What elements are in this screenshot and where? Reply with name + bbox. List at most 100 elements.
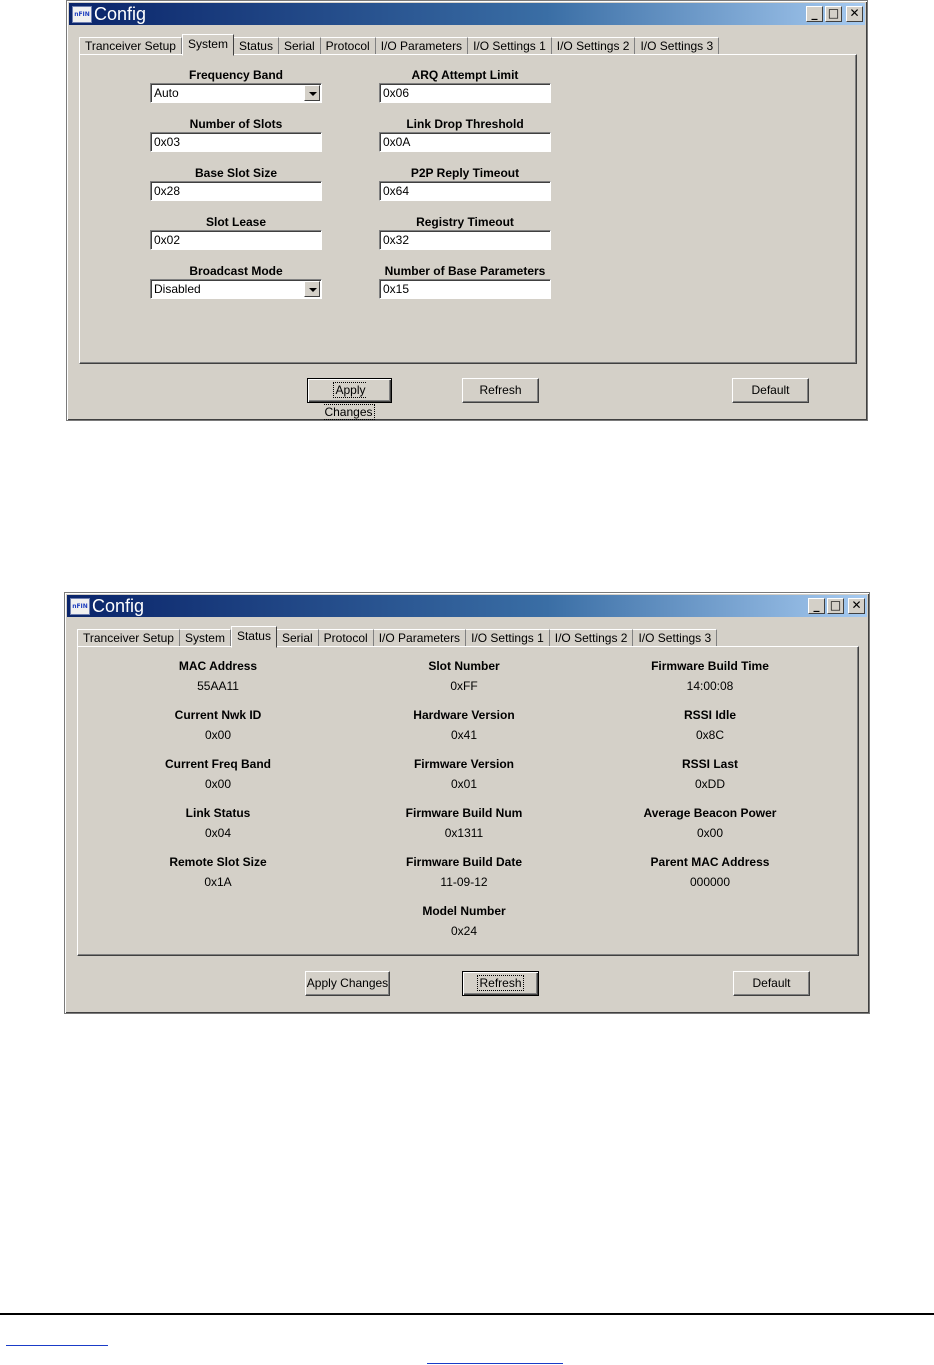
- refresh-button[interactable]: Refresh: [462, 378, 539, 403]
- number-of-base-parameters-input[interactable]: 0x15: [379, 279, 551, 299]
- footer-divider: [0, 1313, 934, 1315]
- status-label: Model Number: [422, 904, 506, 918]
- tab-io-settings-2[interactable]: I/O Settings 2: [549, 629, 634, 647]
- link-drop-threshold-field: Link Drop Threshold 0x0A: [379, 116, 551, 152]
- base-slot-size-input[interactable]: 0x28: [150, 181, 322, 201]
- registry-timeout-input[interactable]: 0x32: [379, 230, 551, 250]
- status-firmware-build-date: Firmware Build Date 11-09-12: [354, 853, 574, 891]
- status-value: 0x1A: [204, 875, 232, 889]
- status-current-nwk-id: Current Nwk ID 0x00: [108, 706, 328, 744]
- tab-protocol[interactable]: Protocol: [318, 629, 374, 647]
- registry-timeout-field: Registry Timeout 0x32: [379, 214, 551, 250]
- field-label: Frequency Band: [188, 68, 284, 82]
- button-label: Apply Changes: [324, 382, 375, 420]
- field-label: P2P Reply Timeout: [410, 166, 520, 180]
- status-rssi-last: RSSI Last 0xDD: [600, 755, 820, 793]
- tab-tranceiver-setup[interactable]: Tranceiver Setup: [77, 629, 180, 647]
- field-label: Slot Lease: [205, 215, 267, 229]
- slot-lease-input[interactable]: 0x02: [150, 230, 322, 250]
- p2p-reply-timeout-input[interactable]: 0x64: [379, 181, 551, 201]
- number-of-slots-input[interactable]: 0x03: [150, 132, 322, 152]
- status-label: Slot Number: [428, 659, 500, 673]
- status-value: 0x01: [450, 777, 478, 791]
- status-value: 55AA11: [197, 679, 239, 693]
- apply-changes-button[interactable]: Apply Changes: [305, 971, 390, 996]
- minimize-button[interactable]: _: [808, 598, 825, 614]
- close-button[interactable]: ✕: [848, 598, 865, 614]
- tab-status[interactable]: Status: [230, 626, 277, 648]
- status-link-status: Link Status 0x04: [108, 804, 328, 842]
- base-slot-size-field: Base Slot Size 0x28: [150, 165, 322, 201]
- tab-io-settings-1[interactable]: I/O Settings 1: [468, 37, 552, 55]
- tab-serial[interactable]: Serial: [276, 629, 319, 647]
- frequency-band-field: Frequency Band Auto: [150, 67, 322, 103]
- status-label: Current Nwk ID: [174, 708, 262, 722]
- default-button[interactable]: Default: [733, 971, 810, 996]
- broadcast-mode-field: Broadcast Mode Disabled: [150, 263, 322, 299]
- status-value: 0x04: [204, 826, 232, 840]
- tab-io-parameters[interactable]: I/O Parameters: [375, 37, 469, 55]
- status-value: 000000: [689, 875, 731, 889]
- tab-io-settings-3[interactable]: I/O Settings 3: [633, 629, 718, 647]
- window-title: Config: [94, 4, 147, 24]
- field-label: Broadcast Mode: [189, 264, 283, 278]
- status-value: 0x8C: [695, 728, 724, 742]
- arq-attempt-limit-input[interactable]: 0x06: [379, 83, 551, 103]
- status-value: 0x41: [450, 728, 478, 742]
- close-button[interactable]: ✕: [846, 6, 863, 22]
- status-value: 14:00:08: [686, 679, 734, 693]
- status-model-number: Model Number 0x24: [354, 902, 574, 940]
- status-label: Remote Slot Size: [169, 855, 267, 869]
- status-label: Hardware Version: [413, 708, 515, 722]
- tab-tranceiver-setup[interactable]: Tranceiver Setup: [79, 37, 182, 55]
- app-icon: nFIN: [70, 598, 90, 615]
- apply-changes-button[interactable]: Apply Changes: [307, 378, 392, 420]
- maximize-button[interactable]: □: [827, 598, 844, 614]
- minimize-button[interactable]: _: [806, 6, 823, 22]
- tab-io-parameters[interactable]: I/O Parameters: [373, 629, 467, 647]
- status-value: 0x24: [450, 924, 478, 938]
- status-label: Firmware Version: [413, 757, 515, 771]
- link-drop-threshold-input[interactable]: 0x0A: [379, 132, 551, 152]
- tab-protocol[interactable]: Protocol: [320, 37, 376, 55]
- field-label: ARQ Attempt Limit: [411, 68, 519, 82]
- p2p-reply-timeout-field: P2P Reply Timeout 0x64: [379, 165, 551, 201]
- config-window-status: nFIN Config _ □ ✕ Tranceiver Setup Syste…: [64, 592, 870, 1014]
- number-of-base-parameters-field: Number of Base Parameters 0x15: [379, 263, 551, 299]
- field-value: Auto: [154, 86, 179, 100]
- broadcast-mode-select[interactable]: Disabled: [150, 279, 322, 299]
- status-firmware-build-time: Firmware Build Time 14:00:08: [600, 657, 820, 695]
- status-remote-slot-size: Remote Slot Size 0x1A: [108, 853, 328, 891]
- frequency-band-select[interactable]: Auto: [150, 83, 322, 103]
- field-label: Link Drop Threshold: [406, 117, 524, 131]
- default-button[interactable]: Default: [732, 378, 809, 403]
- footer-link-2[interactable]: [427, 1363, 563, 1364]
- tab-io-settings-3[interactable]: I/O Settings 3: [635, 37, 720, 55]
- arq-attempt-limit-field: ARQ Attempt Limit 0x06: [379, 67, 551, 103]
- status-parent-mac-address: Parent MAC Address 000000: [600, 853, 820, 891]
- status-label: Link Status: [185, 806, 251, 820]
- chevron-down-icon[interactable]: [304, 85, 320, 101]
- chevron-down-icon[interactable]: [304, 281, 320, 297]
- tab-serial[interactable]: Serial: [278, 37, 321, 55]
- status-label: RSSI Idle: [683, 708, 736, 722]
- refresh-button[interactable]: Refresh: [462, 971, 539, 996]
- tab-io-settings-2[interactable]: I/O Settings 2: [551, 37, 636, 55]
- field-label: Number of Base Parameters: [384, 264, 546, 278]
- tab-io-settings-1[interactable]: I/O Settings 1: [466, 629, 550, 647]
- status-label: Firmware Build Num: [405, 806, 523, 820]
- system-panel: Frequency Band Auto Number of Slots 0x03…: [79, 54, 857, 364]
- status-value: 0xDD: [694, 777, 725, 791]
- tab-system[interactable]: System: [179, 629, 231, 647]
- status-value: 0x00: [204, 728, 232, 742]
- window-title: Config: [92, 596, 145, 616]
- number-of-slots-field: Number of Slots 0x03: [150, 116, 322, 152]
- tab-system[interactable]: System: [181, 34, 234, 56]
- tab-status[interactable]: Status: [233, 37, 279, 55]
- button-label: Refresh: [477, 975, 524, 991]
- field-label: Number of Slots: [189, 117, 283, 131]
- title-bar[interactable]: nFIN Config _ □ ✕: [67, 595, 867, 617]
- footer-link-1[interactable]: [6, 1345, 108, 1346]
- maximize-button[interactable]: □: [825, 6, 842, 22]
- title-bar[interactable]: nFIN Config _ □ ✕: [69, 3, 865, 25]
